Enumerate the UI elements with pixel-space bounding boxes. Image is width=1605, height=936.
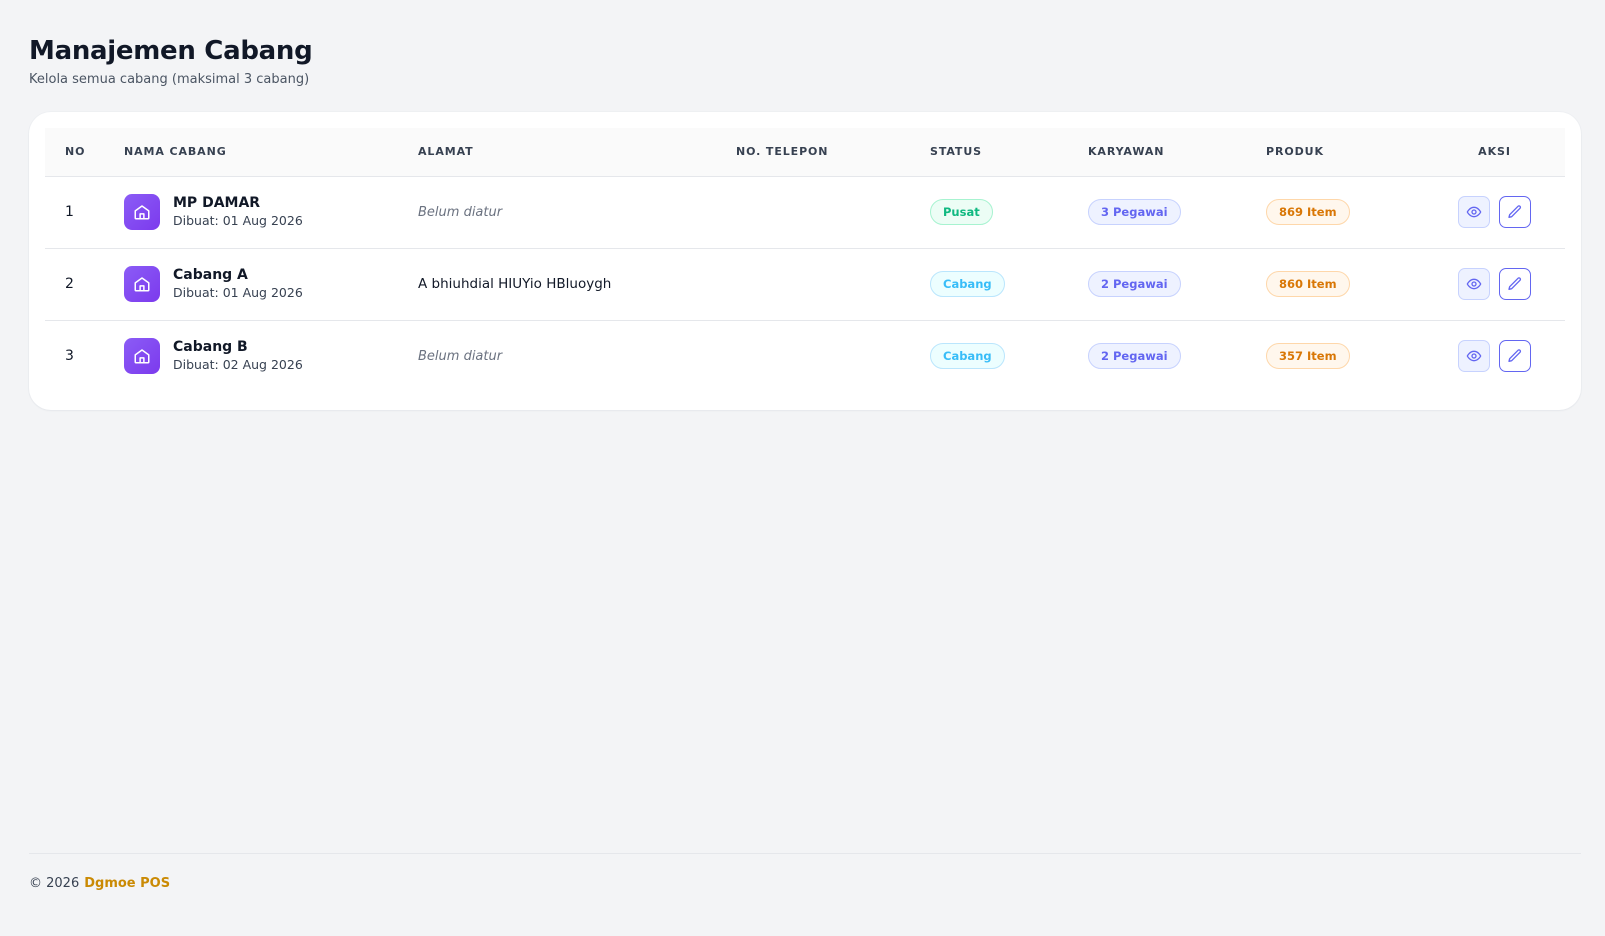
branch-name: Cabang A — [173, 267, 248, 283]
eye-icon — [1466, 278, 1482, 290]
table-row: 1 MP DAMAR Dibuat: 01 Aug 2026 Belum dia… — [45, 176, 1565, 249]
footer: © 2026 Dgmoe POS — [29, 853, 1581, 891]
table-row: 3 Cabang B Dibuat: 02 Aug 2026 Belum dia… — [45, 320, 1565, 392]
actions-cell — [1424, 248, 1565, 321]
products-cell: 869 Item — [1266, 176, 1424, 249]
branch-cell: Cabang A Dibuat: 01 Aug 2026 — [124, 248, 418, 321]
column-header-no: NO — [45, 128, 124, 177]
status-badge: Pusat — [930, 199, 993, 225]
store-icon — [124, 266, 160, 302]
view-button[interactable] — [1458, 196, 1490, 228]
branch-created-date: Dibuat: 02 Aug 2026 — [173, 357, 303, 373]
status-badge: Cabang — [930, 271, 1005, 297]
pencil-icon — [1508, 277, 1522, 290]
pencil-icon — [1508, 205, 1522, 218]
products-badge: 869 Item — [1266, 199, 1350, 225]
edit-button[interactable] — [1499, 268, 1531, 300]
phone-cell — [736, 176, 930, 249]
column-header-telepon: NO. TELEPON — [736, 128, 930, 177]
branch-table-card: NO NAMA CABANG ALAMAT NO. TELEPON STATUS… — [29, 112, 1581, 410]
employees-cell: 2 Pegawai — [1088, 248, 1266, 321]
page-title: Manajemen Cabang — [29, 36, 313, 66]
actions-cell — [1424, 176, 1565, 249]
column-header-nama: NAMA CABANG — [124, 128, 418, 177]
address-cell: Belum diatur — [418, 320, 736, 392]
phone-cell — [736, 248, 930, 321]
store-icon — [124, 338, 160, 375]
status-cell: Cabang — [930, 320, 1088, 392]
view-button[interactable] — [1458, 268, 1490, 300]
page-header: Manajemen Cabang Kelola semua cabang (ma… — [29, 0, 1576, 89]
address-cell: Belum diatur — [418, 176, 736, 249]
table-row: 2 Cabang A Dibuat: 01 Aug 2026 A bhiuhdi… — [45, 248, 1565, 321]
row-number: 2 — [45, 248, 124, 321]
column-header-status: STATUS — [930, 128, 1088, 177]
products-cell: 357 Item — [1266, 320, 1424, 392]
page-subtitle: Kelola semua cabang (maksimal 3 cabang) — [29, 72, 310, 87]
phone-cell — [736, 320, 930, 392]
employees-badge: 2 Pegawai — [1088, 271, 1181, 297]
address-text: A bhiuhdial HIUYio HBluoygh — [418, 276, 612, 292]
edit-button[interactable] — [1499, 340, 1531, 373]
column-header-karyawan: KARYAWAN — [1088, 128, 1266, 177]
products-badge: 860 Item — [1266, 271, 1350, 297]
eye-icon — [1466, 206, 1482, 218]
table-header-row: NO NAMA CABANG ALAMAT NO. TELEPON STATUS… — [45, 128, 1565, 177]
branch-created-date: Dibuat: 01 Aug 2026 — [173, 285, 303, 300]
column-header-produk: PRODUK — [1266, 128, 1424, 177]
employees-cell: 3 Pegawai — [1088, 176, 1266, 249]
status-cell: Cabang — [930, 248, 1088, 321]
actions-cell — [1424, 320, 1565, 392]
branch-cell: MP DAMAR Dibuat: 01 Aug 2026 — [124, 176, 418, 249]
branch-cell: Cabang B Dibuat: 02 Aug 2026 — [124, 320, 418, 392]
view-button[interactable] — [1458, 340, 1490, 373]
branch-table: NO NAMA CABANG ALAMAT NO. TELEPON STATUS… — [45, 128, 1565, 392]
branch-created-date: Dibuat: 01 Aug 2026 — [173, 213, 303, 228]
row-number: 3 — [65, 348, 74, 365]
employees-badge: 2 Pegawai — [1088, 343, 1181, 370]
employees-cell: 2 Pegawai — [1088, 320, 1266, 392]
footer-brand-link[interactable]: Dgmoe POS — [84, 876, 170, 891]
store-icon — [124, 194, 160, 230]
status-cell: Pusat — [930, 176, 1088, 249]
branch-name: Cabang B — [173, 339, 248, 356]
address-text: Belum diatur — [418, 204, 503, 220]
address-cell: A bhiuhdial HIUYio HBluoygh — [418, 248, 736, 321]
page: Manajemen Cabang Kelola semua cabang (ma… — [0, 0, 1605, 936]
branch-name: MP DAMAR — [173, 195, 261, 211]
row-number: 1 — [45, 176, 124, 249]
employees-badge: 3 Pegawai — [1088, 199, 1181, 225]
products-cell: 860 Item — [1266, 248, 1424, 321]
pencil-icon — [1508, 349, 1522, 363]
eye-icon — [1466, 350, 1482, 362]
footer-copyright: © 2026 — [29, 876, 80, 891]
column-header-alamat: ALAMAT — [418, 128, 736, 177]
edit-button[interactable] — [1499, 196, 1531, 228]
status-badge: Cabang — [930, 343, 1005, 370]
column-header-aksi: AKSI — [1424, 128, 1565, 177]
products-badge: 357 Item — [1266, 343, 1350, 370]
address-text: Belum diatur — [418, 348, 503, 364]
